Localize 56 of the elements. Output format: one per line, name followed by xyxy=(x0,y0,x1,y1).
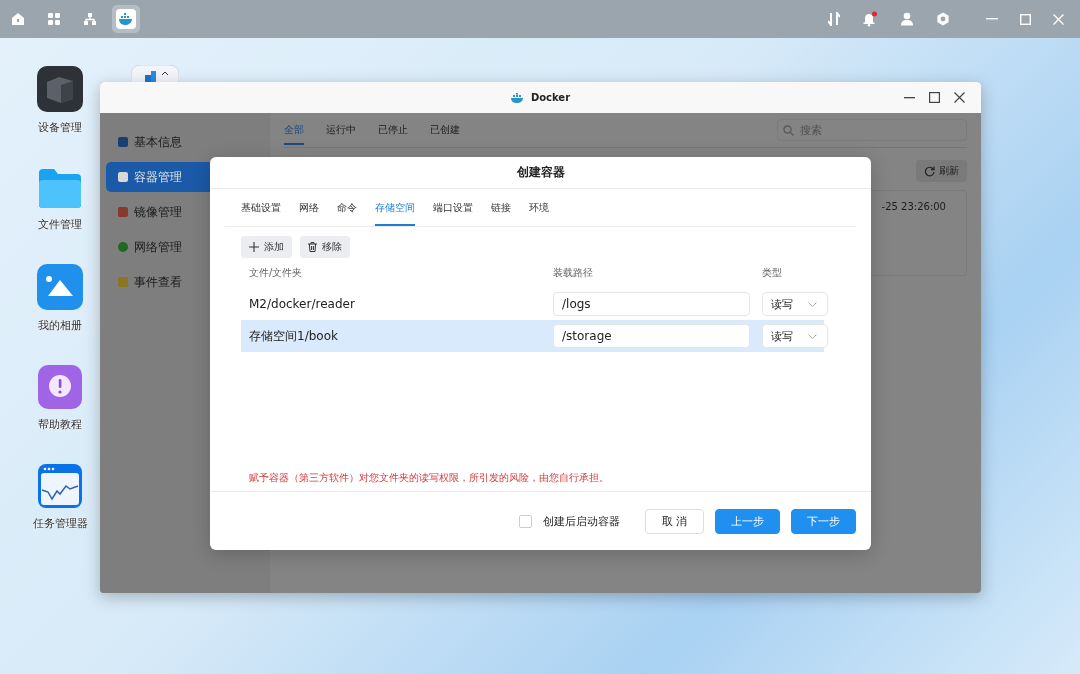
column-header: 类型 xyxy=(762,266,783,280)
dialog-title: 创建容器 xyxy=(210,157,871,189)
chevron-down-icon xyxy=(808,333,817,339)
help-icon[interactable] xyxy=(38,365,82,409)
app-icon[interactable] xyxy=(131,65,179,83)
bell-icon[interactable] xyxy=(862,11,878,27)
desktop-icon-label[interactable]: 我的相册 xyxy=(38,318,82,333)
whale-icon xyxy=(510,92,525,103)
folder-path: M2/docker/reader xyxy=(249,297,356,311)
user-icon[interactable] xyxy=(900,12,914,26)
desktop-icon-label[interactable]: 文件管理 xyxy=(38,217,82,232)
close-icon[interactable] xyxy=(954,92,965,103)
tab[interactable]: 存储空间 xyxy=(375,189,415,226)
tab[interactable]: 基础设置 xyxy=(241,189,281,226)
sidebar-item[interactable]: 基本信息 xyxy=(106,127,264,157)
settings-icon[interactable] xyxy=(936,12,950,26)
tab[interactable]: 端口设置 xyxy=(433,189,473,226)
folder-icon[interactable] xyxy=(37,167,83,209)
plus-icon xyxy=(249,242,259,252)
chevron-down-icon xyxy=(808,301,817,307)
mount-path-field[interactable]: /storage xyxy=(553,324,750,348)
transfer-icon[interactable] xyxy=(828,12,840,26)
tab[interactable]: 环境 xyxy=(529,189,549,226)
created-time: -25 23:26:00 xyxy=(881,201,946,214)
task-chart-icon[interactable] xyxy=(38,464,82,508)
column-header: 装载路径 xyxy=(553,266,594,280)
remove-button[interactable]: 移除 xyxy=(300,236,350,258)
minimize-icon[interactable] xyxy=(904,96,915,99)
refresh-icon xyxy=(924,165,935,177)
window-title: Docker xyxy=(530,92,571,103)
checkbox-label[interactable]: 创建后启动容器 xyxy=(543,513,620,529)
tab[interactable]: 命令 xyxy=(337,189,357,226)
column-header: 文件/文件夹 xyxy=(249,266,304,280)
type-dropdown[interactable]: 读写 xyxy=(762,292,828,316)
mount-path-field[interactable]: /logs xyxy=(553,292,750,316)
type-dropdown[interactable]: 读写 xyxy=(762,324,828,348)
tab[interactable]: 网络 xyxy=(299,189,319,226)
search-icon xyxy=(783,125,794,136)
tab[interactable]: 已创建 xyxy=(430,115,460,145)
tab[interactable]: 已停止 xyxy=(378,115,408,145)
desktop-icon-label[interactable]: 帮助教程 xyxy=(38,417,82,432)
desktop-icon-label[interactable]: 设备管理 xyxy=(38,120,82,135)
add-button[interactable]: 添加 xyxy=(241,236,292,258)
tab[interactable]: 链接 xyxy=(491,189,511,226)
desktop-icon-label[interactable]: 任务管理器 xyxy=(32,516,88,531)
autostart-checkbox[interactable] xyxy=(519,514,532,528)
tab[interactable]: 运行中 xyxy=(326,115,356,145)
whale-app-icon[interactable] xyxy=(112,5,140,33)
warning-text: 赋予容器（第三方软件）对您文件夹的读写权限，所引发的风险，由您自行承担。 xyxy=(248,471,610,485)
trash-icon xyxy=(308,242,317,252)
folder-path: 存储空间1/book xyxy=(249,327,339,345)
maximize-icon[interactable] xyxy=(929,92,940,103)
photo-album-icon[interactable] xyxy=(37,264,83,310)
cancel-button[interactable]: 取 消 xyxy=(645,508,704,534)
server-box-icon[interactable] xyxy=(37,66,83,112)
refresh-button[interactable]: 刷新 xyxy=(916,160,967,182)
